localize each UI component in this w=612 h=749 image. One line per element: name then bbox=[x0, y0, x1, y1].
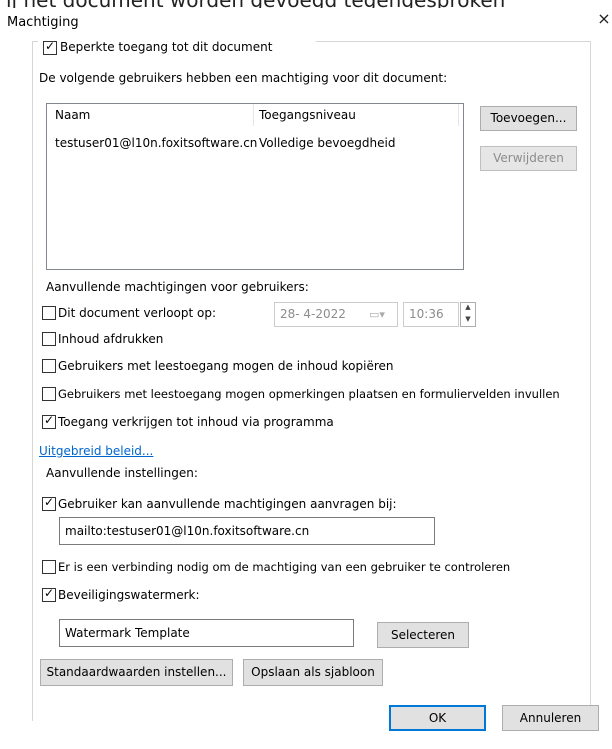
require-connection-label: Er is een verbinding nodig om de machtig… bbox=[58, 560, 511, 574]
watermark-template-value: Watermark Template bbox=[65, 626, 190, 640]
expiry-time-field[interactable]: 10:36 bbox=[403, 302, 459, 327]
column-separator bbox=[458, 104, 459, 126]
restrict-access-checkbox[interactable]: ✓ bbox=[43, 39, 57, 55]
users-intro-text: De volgende gebruikers hebben een machti… bbox=[39, 71, 448, 85]
group-frame-left bbox=[32, 41, 33, 721]
expires-label: Dit document verloopt op: bbox=[58, 306, 217, 320]
calendar-dropdown-icon[interactable]: ▭▾ bbox=[369, 303, 385, 326]
check-icon: ✓ bbox=[44, 39, 56, 53]
watermark-checkbox[interactable]: ✓ bbox=[42, 586, 56, 602]
group-frame-top-right bbox=[316, 41, 590, 42]
request-email-value: mailto:testuser01@l10n.foxitsoftware.cn bbox=[65, 524, 310, 538]
allow-copy-label: Gebruikers met leestoegang mogen de inho… bbox=[58, 359, 394, 373]
dialog-title: Machtiging bbox=[7, 15, 79, 30]
ok-button[interactable]: OK bbox=[389, 705, 486, 731]
advanced-policy-link[interactable]: Uitgebreid beleid... bbox=[39, 444, 153, 458]
spin-down-icon[interactable]: ▼ bbox=[461, 315, 475, 327]
allow-comments-label: Gebruikers met leestoegang mogen opmerki… bbox=[58, 387, 560, 401]
column-header-access-level[interactable]: Toegangsniveau bbox=[259, 108, 356, 122]
allow-comments-checkbox[interactable] bbox=[42, 387, 56, 401]
expires-checkbox[interactable] bbox=[42, 306, 56, 320]
cancel-button[interactable]: Annuleren bbox=[502, 705, 599, 731]
require-connection-checkbox[interactable] bbox=[42, 560, 56, 574]
request-email-field[interactable]: mailto:testuser01@l10n.foxitsoftware.cn bbox=[59, 517, 435, 545]
extra-settings-heading: Aanvullende instellingen: bbox=[46, 466, 198, 480]
programmatic-access-checkbox[interactable]: ✓ bbox=[42, 413, 56, 429]
permission-dialog: Machtiging × ✓ Beperkte toegang tot dit … bbox=[0, 8, 612, 749]
set-defaults-button[interactable]: Standaardwaarden instellen... bbox=[40, 659, 233, 686]
watermark-label: Beveiligingswatermerk: bbox=[58, 588, 200, 602]
print-content-checkbox[interactable] bbox=[42, 332, 56, 346]
expiry-date-value: 28- 4-2022 bbox=[280, 307, 346, 321]
remove-user-button[interactable]: Verwijderen bbox=[480, 146, 577, 171]
programmatic-access-label: Toegang verkrijgen tot inhoud via progra… bbox=[58, 415, 334, 429]
check-icon: ✓ bbox=[43, 495, 55, 509]
user-row-access-level[interactable]: Volledige bevoegdheid bbox=[259, 136, 395, 150]
close-icon[interactable]: × bbox=[596, 11, 612, 27]
add-user-button[interactable]: Toevoegen... bbox=[480, 106, 577, 131]
check-icon: ✓ bbox=[43, 413, 55, 427]
column-separator bbox=[253, 104, 254, 126]
column-header-name[interactable]: Naam bbox=[55, 108, 90, 122]
user-row-name[interactable]: testuser01@l10n.foxitsoftware.cn bbox=[55, 136, 257, 150]
expiry-time-value: 10:36 bbox=[409, 307, 444, 321]
restrict-access-label: Beperkte toegang tot dit document bbox=[60, 40, 273, 54]
allow-copy-checkbox[interactable] bbox=[42, 359, 56, 373]
save-as-template-button[interactable]: Opslaan als sjabloon bbox=[243, 659, 383, 686]
watermark-template-field[interactable]: Watermark Template bbox=[59, 619, 354, 647]
print-content-label: Inhoud afdrukken bbox=[58, 332, 164, 346]
select-watermark-button[interactable]: Selecteren bbox=[377, 622, 469, 648]
group-frame-right bbox=[590, 41, 591, 721]
request-permissions-checkbox[interactable]: ✓ bbox=[42, 495, 56, 511]
users-list[interactable]: Naam Toegangsniveau testuser01@l10n.foxi… bbox=[46, 103, 464, 270]
time-spinner[interactable]: ▲ ▼ bbox=[460, 302, 476, 327]
spin-up-icon[interactable]: ▲ bbox=[461, 303, 475, 315]
check-icon: ✓ bbox=[43, 586, 55, 600]
users-list-header: Naam Toegangsniveau bbox=[47, 104, 463, 126]
extra-permissions-heading: Aanvullende machtigingen voor gebruikers… bbox=[46, 280, 309, 294]
request-permissions-label: Gebruiker kan aanvullende machtigingen a… bbox=[58, 497, 397, 511]
expiry-date-picker[interactable]: 28- 4-2022 ▭▾ bbox=[274, 302, 398, 327]
